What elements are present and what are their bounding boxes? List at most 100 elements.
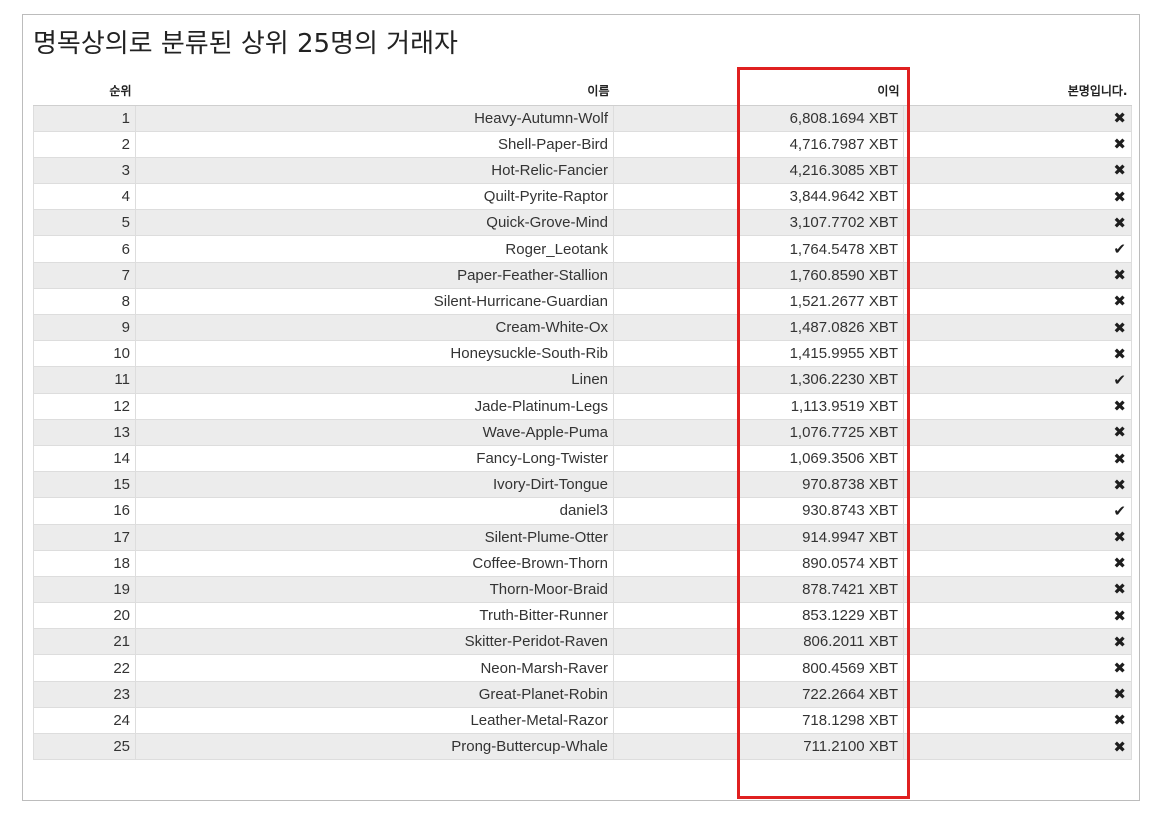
name-cell: Coffee-Brown-Thorn xyxy=(135,549,614,577)
name-cell: Prong-Buttercup-Whale xyxy=(135,732,614,761)
table-row: 23 Great-Planet-Robin 722.2664 XBT ✖ xyxy=(33,680,1132,708)
name-cell: Paper-Feather-Stallion xyxy=(135,261,614,289)
name-cell: Jade-Platinum-Legs xyxy=(135,392,614,420)
table-row: 1 Heavy-Autumn-Wolf 6,808.1694 XBT ✖ xyxy=(33,104,1132,132)
cross-icon: ✖ xyxy=(903,392,1132,420)
rank-column-header[interactable]: 순위 xyxy=(33,77,136,106)
cross-icon: ✖ xyxy=(903,183,1132,211)
cross-icon: ✖ xyxy=(903,680,1132,708)
profit-cell: 1,306.2230 XBT xyxy=(613,366,904,394)
cross-icon: ✖ xyxy=(903,471,1132,499)
name-cell: Ivory-Dirt-Tongue xyxy=(135,471,614,499)
rank-cell: 23 xyxy=(33,680,136,708)
rank-cell: 21 xyxy=(33,628,136,656)
profit-cell: 1,760.8590 XBT xyxy=(613,261,904,289)
name-cell: Quick-Grove-Mind xyxy=(135,209,614,237)
table-row: 13 Wave-Apple-Puma 1,076.7725 XBT ✖ xyxy=(33,418,1132,446)
name-cell: Skitter-Peridot-Raven xyxy=(135,628,614,656)
check-icon: ✔ xyxy=(903,366,1132,394)
table-row: 9 Cream-White-Ox 1,487.0826 XBT ✖ xyxy=(33,313,1132,342)
rank-cell: 12 xyxy=(33,392,136,420)
profit-cell: 1,069.3506 XBT xyxy=(613,444,904,473)
name-cell: Neon-Marsh-Raver xyxy=(135,654,614,682)
cross-icon: ✖ xyxy=(903,418,1132,446)
name-cell: Cream-White-Ox xyxy=(135,313,614,342)
profit-cell: 718.1298 XBT xyxy=(613,706,904,735)
name-column-header[interactable]: 이름 xyxy=(135,77,614,106)
cross-icon: ✖ xyxy=(903,156,1132,185)
rank-cell: 15 xyxy=(33,471,136,499)
profit-cell: 3,844.9642 XBT xyxy=(613,183,904,211)
rank-cell: 3 xyxy=(33,156,136,185)
table-row: 7 Paper-Feather-Stallion 1,760.8590 XBT ✖ xyxy=(33,261,1132,289)
name-cell: Fancy-Long-Twister xyxy=(135,444,614,473)
verified-column-header[interactable]: 본명입니다. xyxy=(903,77,1132,106)
profit-cell: 853.1229 XBT xyxy=(613,602,904,630)
profit-column-header[interactable]: 이익 xyxy=(613,77,904,106)
profit-cell: 930.8743 XBT xyxy=(613,497,904,525)
table-row: 18 Coffee-Brown-Thorn 890.0574 XBT ✖ xyxy=(33,549,1132,577)
table-row: 3 Hot-Relic-Fancier 4,216.3085 XBT ✖ xyxy=(33,156,1132,185)
cross-icon: ✖ xyxy=(903,628,1132,656)
rank-cell: 14 xyxy=(33,444,136,473)
profit-cell: 806.2011 XBT xyxy=(613,628,904,656)
cross-icon: ✖ xyxy=(903,654,1132,682)
profit-cell: 4,716.7987 XBT xyxy=(613,130,904,158)
table-row: 20 Truth-Bitter-Runner 853.1229 XBT ✖ xyxy=(33,602,1132,630)
name-cell: Great-Planet-Robin xyxy=(135,680,614,708)
profit-cell: 4,216.3085 XBT xyxy=(613,156,904,185)
rank-cell: 17 xyxy=(33,523,136,551)
page-title: 명목상의로 분류된 상위 25명의 거래자 xyxy=(33,29,458,59)
cross-icon: ✖ xyxy=(903,130,1132,158)
cross-icon: ✖ xyxy=(903,340,1132,368)
cross-icon: ✖ xyxy=(903,209,1132,237)
name-cell: Silent-Plume-Otter xyxy=(135,523,614,551)
cross-icon: ✖ xyxy=(903,575,1132,604)
table-row: 8 Silent-Hurricane-Guardian 1,521.2677 XBT… xyxy=(33,287,1132,316)
name-cell: Quilt-Pyrite-Raptor xyxy=(135,183,614,211)
rank-cell: 5 xyxy=(33,209,136,237)
profit-cell: 711.2100 XBT xyxy=(613,732,904,761)
rank-cell: 20 xyxy=(33,602,136,630)
profit-cell: 890.0574 XBT xyxy=(613,549,904,577)
name-cell: Linen xyxy=(135,366,614,394)
name-cell: Silent-Hurricane-Guardian xyxy=(135,287,614,316)
rank-cell: 1 xyxy=(33,104,136,132)
rank-cell: 9 xyxy=(33,313,136,342)
profit-cell: 3,107.7702 XBT xyxy=(613,209,904,237)
table-row: 19 Thorn-Moor-Braid 878.7421 XBT ✖ xyxy=(33,575,1132,604)
profit-cell: 1,076.7725 XBT xyxy=(613,418,904,446)
profit-cell: 1,487.0826 XBT xyxy=(613,313,904,342)
table-row: 2 Shell-Paper-Bird 4,716.7987 XBT ✖ xyxy=(33,130,1132,158)
table-row: 15 Ivory-Dirt-Tongue 970.8738 XBT ✖ xyxy=(33,471,1132,499)
name-cell: Thorn-Moor-Braid xyxy=(135,575,614,604)
cross-icon: ✖ xyxy=(903,732,1132,761)
rank-cell: 19 xyxy=(33,575,136,604)
profit-cell: 1,521.2677 XBT xyxy=(613,287,904,316)
table-row: 17 Silent-Plume-Otter 914.9947 XBT ✖ xyxy=(33,523,1132,551)
name-cell: Leather-Metal-Razor xyxy=(135,706,614,735)
rank-cell: 10 xyxy=(33,340,136,368)
name-cell: Truth-Bitter-Runner xyxy=(135,602,614,630)
cross-icon: ✖ xyxy=(903,444,1132,473)
rank-cell: 4 xyxy=(33,183,136,211)
table-header-row: 순위 이름 이익 본명입니다. xyxy=(33,77,1132,106)
table-row: 12 Jade-Platinum-Legs 1,113.9519 XBT ✖ xyxy=(33,392,1132,420)
cross-icon: ✖ xyxy=(903,261,1132,289)
table-row: 5 Quick-Grove-Mind 3,107.7702 XBT ✖ xyxy=(33,209,1132,237)
table-row: 4 Quilt-Pyrite-Raptor 3,844.9642 XBT ✖ xyxy=(33,183,1132,211)
rank-cell: 18 xyxy=(33,549,136,577)
cross-icon: ✖ xyxy=(903,523,1132,551)
check-icon: ✔ xyxy=(903,497,1132,525)
name-cell: Heavy-Autumn-Wolf xyxy=(135,104,614,132)
rank-cell: 6 xyxy=(33,235,136,263)
rank-cell: 25 xyxy=(33,732,136,761)
profit-cell: 914.9947 XBT xyxy=(613,523,904,551)
table-body: 1 Heavy-Autumn-Wolf 6,808.1694 XBT ✖ 2 Shell-… xyxy=(33,104,1132,761)
cross-icon: ✖ xyxy=(903,602,1132,630)
profit-cell: 1,415.9955 XBT xyxy=(613,340,904,368)
top-traders-table: 순위 이름 이익 본명입니다. 1 Heavy-Autumn-Wolf 6,808.… xyxy=(33,77,1132,761)
leaderboard-panel: 명목상의로 분류된 상위 25명의 거래자 순위 이름 이익 본명입니다. 1H… xyxy=(22,14,1140,801)
table-row: 6 Roger_Leotank 1,764.5478 XBT ✔ xyxy=(33,235,1132,263)
table-row: 16 daniel3 930.8743 XBT ✔ xyxy=(33,497,1132,525)
